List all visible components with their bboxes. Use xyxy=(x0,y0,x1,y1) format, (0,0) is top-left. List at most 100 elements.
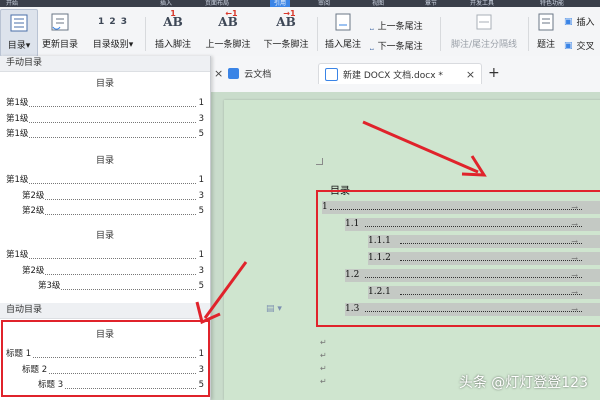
ribbon-divider xyxy=(528,17,529,51)
crop-mark xyxy=(316,158,323,165)
tab-arrow-icon: → xyxy=(571,237,578,246)
tab-arrow-icon: → xyxy=(571,203,578,212)
separator-line-button[interactable]: 脚注/尾注分隔线 xyxy=(443,9,525,55)
tab-arrow-icon: → xyxy=(571,305,578,314)
toc-label: 目录 xyxy=(7,41,26,51)
tab-arrow-icon: → xyxy=(571,254,578,263)
chevron-down-icon: ▾ xyxy=(128,40,134,50)
next-endnote-button[interactable]: ⎵ 下一条尾注 xyxy=(370,39,423,53)
insert-endnote-button[interactable]: 插入尾注 xyxy=(320,9,366,55)
prev-footnote-button[interactable]: AB ←1 上一条脚注 xyxy=(200,9,256,55)
toc-line-page: 3 xyxy=(197,263,204,279)
toc-line-page: 5 xyxy=(197,378,204,394)
close-icon[interactable]: × xyxy=(466,68,475,81)
toc-dropdown-panel: 手动目录 自动目录 目录 第1级 1 第1级 3 第1级 5 目录 第1级 1 第2级 3 第2级 5 目录… xyxy=(0,56,211,400)
paragraph-mark-icon: ↵ xyxy=(320,338,327,347)
document-toc-number: 1.1.2 xyxy=(368,253,391,263)
caption-icon xyxy=(538,9,554,35)
document-page[interactable] xyxy=(224,100,600,400)
toc-button[interactable]: 目录▾ xyxy=(0,9,38,57)
document-toc-entry[interactable]: 1.2 → xyxy=(345,269,600,282)
toc-template-line: 第2级 5 xyxy=(0,204,210,220)
dot-leader xyxy=(22,214,196,215)
toc-line-text: 第2级 xyxy=(22,188,46,204)
document-toc-number: 1.3 xyxy=(345,304,360,314)
toc-line-page: 3 xyxy=(197,111,204,127)
document-toc-entry[interactable]: 1.1.2 → xyxy=(368,252,600,265)
menu-item-dev-tools[interactable]: 开发工具 xyxy=(470,0,494,7)
toc-template-line: 标题 1 1 xyxy=(0,347,210,363)
document-toc-entry[interactable]: 1.1.1 → xyxy=(368,235,600,248)
paste-options-icon[interactable]: ▤ ▾ xyxy=(266,304,282,314)
menu-item-start[interactable]: 开始 xyxy=(6,0,18,7)
toc-template-title: 目录 xyxy=(95,330,114,340)
ribbon-toolbar: 目录▾ 更新目录 1 2 3 目录级别▾ AB 1 插入脚注 AB ←1 上一条脚注… xyxy=(0,7,600,61)
update-toc-icon xyxy=(50,9,70,35)
next-endnote-icon: ⎵ xyxy=(370,40,374,51)
menu-item-special[interactable]: 特色功能 xyxy=(540,0,564,7)
tab-new-docx[interactable]: 新建 DOCX 文档.docx * × xyxy=(318,63,483,84)
menu-item-reference[interactable]: 引用 xyxy=(270,0,291,7)
cloud-icon xyxy=(228,67,240,79)
footnote-ab-icon: AB 1 xyxy=(163,9,183,29)
document-toc-entry[interactable]: 1 → xyxy=(322,201,600,214)
watermark: 头条 @灯灯登登123 xyxy=(458,375,588,391)
next-footnote-ab-icon: AB →1 xyxy=(276,9,296,29)
dot-leader xyxy=(6,183,196,184)
menu-item-layout[interactable]: 页面布局 xyxy=(205,0,229,7)
document-toc-entry[interactable]: 1.1 → xyxy=(345,218,600,231)
auto-toc-template[interactable]: 目录 标题 1 1 标题 2 3 标题 3 5 xyxy=(0,327,210,394)
endnote-icon xyxy=(334,9,352,35)
add-tab-button[interactable]: + xyxy=(482,63,506,83)
toc-line-text: 第1级 xyxy=(6,248,30,264)
toc-template-title: 目录 xyxy=(95,79,114,89)
menu-item-chapter[interactable]: 章节 xyxy=(425,0,437,7)
prev-endnote-icon: ⎵ xyxy=(370,20,374,31)
document-toc-number: 1 xyxy=(322,202,328,212)
ribbon-divider xyxy=(440,17,441,51)
prev-footnote-ab-icon: AB ←1 xyxy=(218,9,238,29)
menu-item-insert[interactable]: 插入 xyxy=(160,0,172,7)
prev-endnote-label: 上一条尾注 xyxy=(377,22,423,32)
toc-template-line: 第1级 1 xyxy=(0,173,210,189)
toc-line-page: 5 xyxy=(197,204,204,220)
dot-leader xyxy=(400,260,582,261)
toc-line-text: 第1级 xyxy=(6,173,30,189)
toc-line-text: 第1级 xyxy=(6,111,30,127)
manual-toc-header: 手动目录 xyxy=(0,56,210,72)
prev-endnote-button[interactable]: ⎵ 上一条尾注 xyxy=(370,19,423,33)
toc-template-title: 目录 xyxy=(95,156,114,166)
menu-item-view[interactable]: 视图 xyxy=(372,0,384,7)
toc-line-page: 3 xyxy=(197,188,204,204)
update-toc-button[interactable]: 更新目录 xyxy=(37,9,83,55)
document-toc-number: 1.2 xyxy=(345,270,360,280)
paragraph-mark-icon: ↵ xyxy=(320,351,327,360)
next-footnote-button[interactable]: AB →1 下一条脚注 xyxy=(258,9,314,55)
update-toc-label: 更新目录 xyxy=(41,40,78,50)
toc-template-line: 第3级 5 xyxy=(0,279,210,295)
dot-leader xyxy=(6,121,196,123)
menu-item-review[interactable]: 审阅 xyxy=(318,0,330,7)
dot-leader xyxy=(6,258,196,259)
toc-level-icon: 1 2 3 xyxy=(97,17,129,27)
ribbon-divider xyxy=(145,17,146,51)
manual-toc-template[interactable]: 目录 第1级 1 第1级 3 第1级 5 xyxy=(0,76,210,143)
manual-toc-template[interactable]: 目录 第1级 1 第2级 3 第2级 5 xyxy=(0,153,210,220)
toc-line-text: 第2级 xyxy=(22,204,46,220)
close-icon[interactable]: × xyxy=(214,67,223,80)
dot-leader xyxy=(38,289,196,290)
toc-line-page: 3 xyxy=(197,362,204,378)
tab-cloud-docs[interactable]: × 云文档 xyxy=(208,63,277,83)
manual-toc-template[interactable]: 目录 第1级 1 第2级 3 第3级 5 xyxy=(0,228,210,295)
insert-footnote-button[interactable]: AB 1 插入脚注 xyxy=(150,9,196,55)
document-toc-entry[interactable]: 1.3 → xyxy=(345,303,600,316)
insert-index-button[interactable]: ▣ 插入 xyxy=(564,15,595,29)
document-toc-entry[interactable]: 1.2.1 → xyxy=(368,286,600,299)
toc-level-button[interactable]: 1 2 3 目录级别▾ xyxy=(85,9,141,55)
toc-line-text: 标题 1 xyxy=(6,347,33,363)
toc-line-text: 第2级 xyxy=(22,263,46,279)
prev-footnote-label: 上一条脚注 xyxy=(205,40,251,50)
dot-leader xyxy=(6,357,196,358)
cross-reference-button[interactable]: ▣ 交叉 xyxy=(564,39,595,53)
caption-button[interactable]: 题注 xyxy=(531,9,561,55)
